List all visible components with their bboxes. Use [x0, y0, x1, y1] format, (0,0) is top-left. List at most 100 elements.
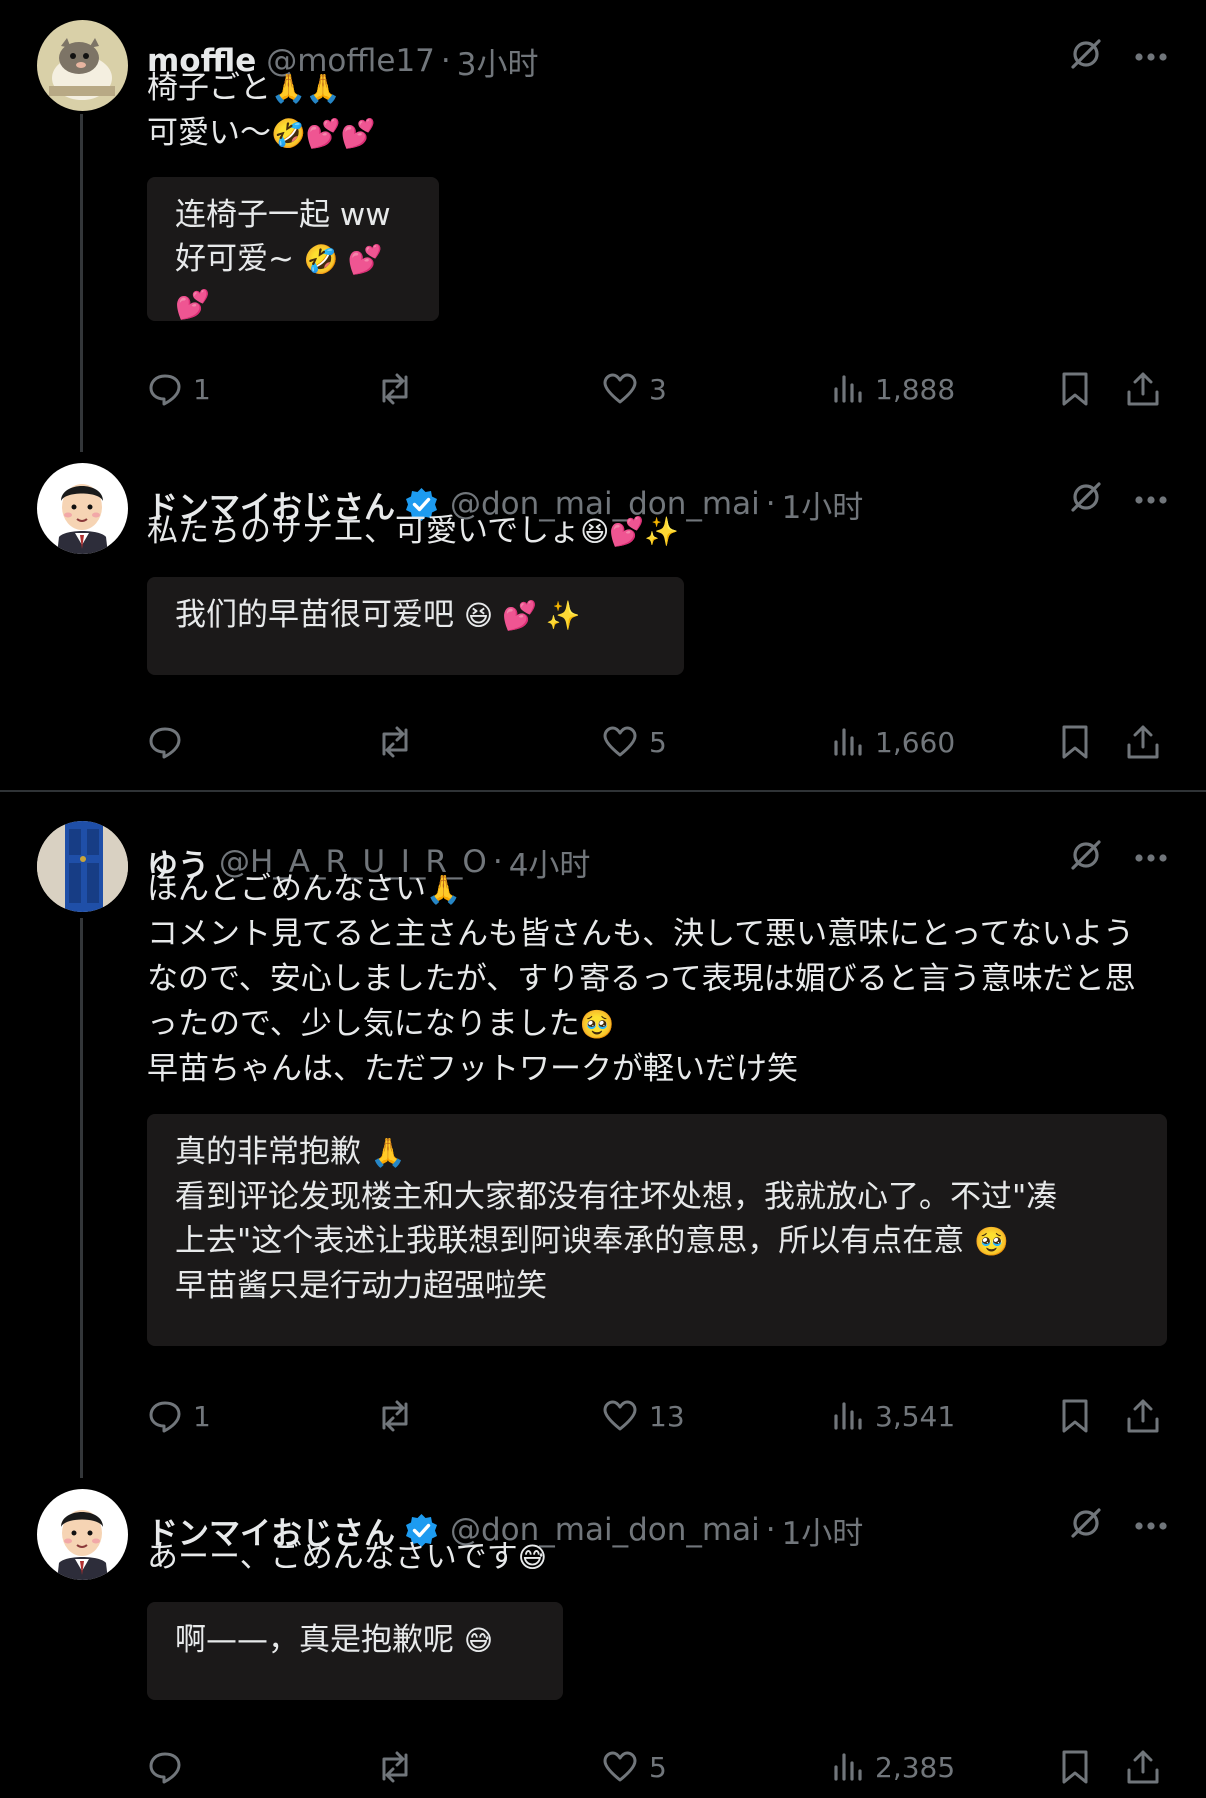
translation-line: 看到评论发现楼主和大家都没有往坏处想，我就放心了。不过"凑: [175, 1179, 1058, 1215]
share-button[interactable]: [1125, 1393, 1161, 1439]
avatar[interactable]: [37, 20, 128, 111]
post-text: 私たちのサナエ、可愛いでしょ😆💕✨: [147, 509, 1177, 554]
avatar[interactable]: [37, 1489, 128, 1580]
bookmark-button[interactable]: [1059, 1393, 1091, 1439]
like-count: 5: [649, 1750, 667, 1784]
emoji: 🙏: [426, 873, 461, 906]
emoji: 🙏🙏: [271, 72, 341, 105]
more-options-icon[interactable]: [1134, 490, 1168, 509]
bookmark-icon: [1059, 370, 1091, 408]
translation-box: 连椅子一起 ww 好可爱~ 🤣 💕 💕: [147, 177, 439, 321]
post-text-line: あーー、ごめんなさいです😅: [147, 1539, 547, 1575]
translation-line: 好可爱~ 🤣 💕 💕: [175, 241, 383, 321]
translation-box: 啊——，真是抱歉呢 😅: [147, 1602, 563, 1700]
like-button[interactable]: 5: [601, 1744, 667, 1790]
repost-button[interactable]: [375, 1393, 425, 1439]
like-count: 3: [649, 372, 667, 406]
repost-icon: [375, 1749, 415, 1785]
post-text-line: 椅子ごと🙏🙏: [147, 70, 341, 106]
post-text-line: ったので、少し気になりました🥹: [147, 1006, 615, 1042]
post-text: あーー、ごめんなさいです😅: [147, 1535, 1177, 1580]
share-button[interactable]: [1125, 1744, 1161, 1790]
bookmark-icon: [1059, 1748, 1091, 1786]
translation-box: 真的非常抱歉 🙏 看到评论发现楼主和大家都没有往坏处想，我就放心了。不过"凑 上…: [147, 1114, 1167, 1346]
heart-icon: [601, 724, 639, 760]
share-button[interactable]: [1125, 366, 1161, 412]
post-text: 椅子ごと🙏🙏 可愛い〜🤣💕💕: [147, 66, 1177, 156]
post-text-line: 可愛い〜🤣💕💕: [147, 115, 376, 151]
post[interactable]: ゆう @H_A_R_U_I_R_O · 4小时 ほんとごめんなさい🙏 コメント見…: [0, 821, 1206, 1461]
heart-icon: [601, 1398, 639, 1434]
reply-button[interactable]: [147, 1744, 193, 1790]
avatar[interactable]: [37, 821, 128, 912]
view-count: 3,541: [875, 1399, 956, 1433]
post-text-line: なので、安心しましたが、すり寄るって表現は媚びると言う意味だと思: [147, 961, 1136, 997]
post[interactable]: moffle @moffle17 · 3小时 椅子ごと🙏🙏 可愛い〜🤣💕💕 连椅…: [0, 20, 1206, 440]
translation-line: 早苗酱只是行动力超强啦笑: [175, 1268, 547, 1304]
post[interactable]: ドンマイおじさん @don_mai_don_mai · 1小时 私たちのサナエ、…: [0, 463, 1206, 763]
bookmark-icon: [1059, 723, 1091, 761]
share-icon: [1125, 1748, 1161, 1786]
share-icon: [1125, 370, 1161, 408]
reply-icon: [147, 724, 183, 760]
more-options-icon[interactable]: [1134, 1516, 1168, 1535]
emoji: 😆 💕 ✨: [463, 599, 581, 632]
emoji: 🥹: [579, 1008, 615, 1041]
emoji: 🙏: [370, 1136, 406, 1169]
action-bar: 1 3 1,888: [147, 366, 1177, 412]
views-button[interactable]: 2,385: [831, 1744, 955, 1790]
post-text: ほんとごめんなさい🙏 コメント見てると主さんも皆さんも、決して悪い意味にとってな…: [147, 867, 1177, 1092]
emoji: 😅: [517, 1541, 547, 1574]
reply-icon: [147, 1749, 183, 1785]
like-button[interactable]: 3: [601, 366, 667, 412]
avatar[interactable]: [37, 463, 128, 554]
repost-icon: [375, 724, 415, 760]
bookmark-button[interactable]: [1059, 366, 1091, 412]
reply-button[interactable]: 1: [147, 1393, 211, 1439]
action-bar: 5 2,385: [147, 1744, 1177, 1790]
post-text-line: 私たちのサナエ、可愛いでしょ😆💕✨: [147, 513, 679, 549]
view-count: 1,888: [875, 372, 956, 406]
bookmark-button[interactable]: [1059, 1744, 1091, 1790]
thread-divider: [0, 790, 1206, 792]
like-button[interactable]: 13: [601, 1393, 685, 1439]
share-icon: [1125, 723, 1161, 761]
bookmark-icon: [1059, 1397, 1091, 1435]
reply-icon: [147, 371, 183, 407]
repost-button[interactable]: [375, 719, 425, 765]
post-text-line: ほんとごめんなさい🙏: [147, 871, 461, 907]
translation-line: 啊——，真是抱歉呢 😅: [175, 1622, 494, 1658]
translation-line: 真的非常抱歉 🙏: [175, 1134, 406, 1170]
bookmark-button[interactable]: [1059, 719, 1091, 765]
repost-icon: [375, 371, 415, 407]
views-button[interactable]: 1,888: [831, 366, 955, 412]
views-icon: [831, 724, 865, 760]
reply-button[interactable]: 1: [147, 366, 211, 412]
action-bar: 1 13 3,541: [147, 1393, 1177, 1439]
reply-count: 1: [193, 372, 211, 406]
views-button[interactable]: 1,660: [831, 719, 955, 765]
post-text-line: コメント見てると主さんも皆さんも、決して悪い意味にとってないよう: [147, 916, 1135, 952]
view-count: 2,385: [875, 1750, 956, 1784]
translation-line: 我们的早苗很可爱吧 😆 💕 ✨: [175, 597, 581, 633]
like-button[interactable]: 5: [601, 719, 667, 765]
like-count: 13: [649, 1399, 685, 1433]
view-count: 1,660: [875, 725, 956, 759]
more-options-icon[interactable]: [1134, 47, 1168, 66]
views-icon: [831, 1398, 865, 1434]
emoji: 🥹: [974, 1225, 1009, 1258]
repost-icon: [375, 1398, 415, 1434]
translation-line: 上去"这个表述让我联想到阿谀奉承的意思，所以有点在意 🥹: [175, 1223, 1009, 1259]
reply-button[interactable]: [147, 719, 193, 765]
repost-button[interactable]: [375, 1744, 425, 1790]
heart-icon: [601, 1749, 639, 1785]
views-icon: [831, 371, 865, 407]
reply-count: 1: [193, 1399, 211, 1433]
views-button[interactable]: 3,541: [831, 1393, 955, 1439]
more-options-icon[interactable]: [1134, 848, 1168, 867]
repost-button[interactable]: [375, 366, 425, 412]
post[interactable]: ドンマイおじさん @don_mai_don_mai · 1小时 あーー、ごめんな…: [0, 1489, 1206, 1789]
share-button[interactable]: [1125, 719, 1161, 765]
heart-icon: [601, 371, 639, 407]
action-bar: 5 1,660: [147, 719, 1177, 765]
